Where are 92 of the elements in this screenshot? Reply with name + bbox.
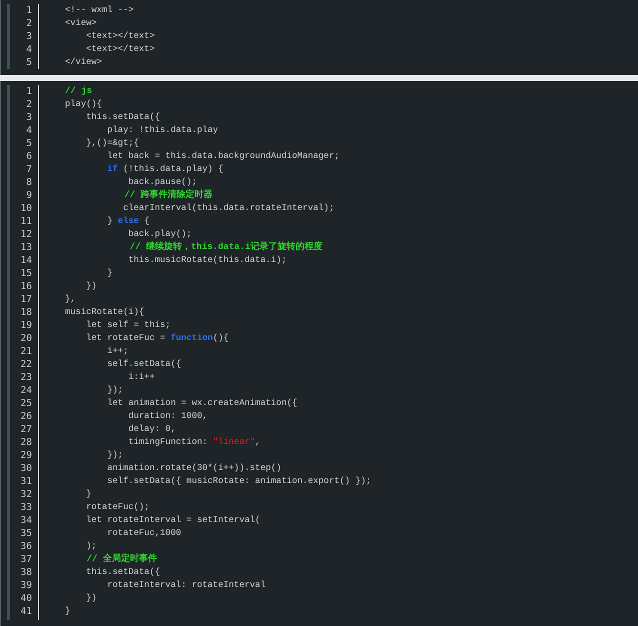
code-line: rotateFuc();: [85, 501, 150, 514]
code-line: back.play();: [127, 228, 192, 241]
line-number: 27: [20, 423, 32, 436]
code-line: let self = this;: [85, 319, 171, 332]
line-number: 26: [20, 410, 32, 423]
line-number: 30: [20, 462, 32, 475]
code-line: back.pause();: [127, 176, 197, 189]
code-line: self.setData({ musicRotate: animation.export() });: [106, 475, 372, 488]
line-number: 36: [20, 540, 32, 553]
line-number: 13: [20, 241, 32, 254]
code-line: this.setData({: [85, 111, 160, 124]
code-line: duration: 1000,: [127, 410, 208, 423]
code-line: let back = this.data.backgroundAudioManager;: [106, 150, 340, 163]
line-number: 4: [26, 124, 32, 137]
code-line: }: [85, 488, 92, 501]
code-line: let rotateInterval = setInterval(: [85, 514, 260, 527]
line-number: 19: [20, 319, 32, 332]
code-line: timingFunction: "linear",: [127, 436, 260, 449]
code-line: this.setData({: [85, 566, 160, 579]
code-line: // js: [65, 85, 92, 98]
line-number: 35: [20, 527, 32, 540]
code-line: });: [106, 449, 124, 462]
line-number: 28: [20, 436, 32, 449]
code-line: <text></text>: [85, 43, 155, 56]
line-number: 22: [20, 358, 32, 371]
code-line: }: [106, 267, 113, 280]
code-line: </view>: [65, 56, 102, 69]
code-line: if (!this.data.play) {: [106, 163, 224, 176]
line-number: 33: [20, 501, 32, 514]
code-line: delay: 0,: [127, 423, 176, 436]
code-line: // 跨事件清除定时器: [123, 189, 213, 202]
code-line: let animation = wx.createAnimation({: [106, 397, 298, 410]
code-line: );: [85, 540, 97, 553]
line-number: 39: [20, 579, 32, 592]
code-line: i:i++: [127, 371, 155, 384]
code-line: self.setData({: [106, 358, 182, 371]
line-number: 15: [20, 267, 32, 280]
line-number: 31: [20, 475, 32, 488]
code-line: <text></text>: [85, 30, 155, 43]
code-line: // 全局定时事件: [86, 553, 157, 566]
line-number: 7: [26, 163, 32, 176]
line-number: 12: [20, 228, 32, 241]
line-number: 2: [26, 17, 32, 30]
code-line: clearInterval(this.data.rotateInterval);: [122, 202, 334, 215]
code-line: play: !this.data.play: [106, 124, 218, 137]
line-number: 38: [20, 566, 32, 579]
line-number: 21: [20, 345, 32, 358]
line-number: 24: [20, 384, 32, 397]
line-number: 14: [20, 254, 32, 267]
code-line: animation.rotate(30*(i++)).step(): [106, 462, 282, 475]
line-number: 2: [26, 98, 32, 111]
line-number: 9: [26, 189, 32, 202]
code-line: });: [106, 384, 124, 397]
line-number: 25: [20, 397, 32, 410]
line-number: 8: [26, 176, 32, 189]
line-number: 32: [20, 488, 32, 501]
code-line: play(){: [65, 98, 102, 111]
line-number: 10: [20, 202, 32, 215]
line-number: 4: [26, 43, 32, 56]
line-number: 1: [26, 85, 32, 98]
code-line: this.musicRotate(this.data.i);: [127, 254, 287, 267]
line-number: 1: [26, 4, 32, 17]
line-number: 34: [20, 514, 32, 527]
line-number: 37: [20, 553, 32, 566]
code-line: },: [65, 293, 76, 306]
line-number: 23: [20, 371, 32, 384]
code-line: rotateInterval: rotateInterval: [106, 579, 266, 592]
line-number: 18: [20, 306, 32, 319]
code-line: }): [85, 592, 97, 605]
code-line: <view>: [65, 17, 97, 30]
code-line: } else {: [106, 215, 150, 228]
line-number: 40: [20, 592, 32, 605]
code-line: <!-- wxml -->: [65, 4, 134, 17]
line-number: 41: [20, 605, 32, 618]
line-number: 11: [20, 215, 32, 228]
code-line: }): [85, 280, 97, 293]
line-number: 5: [26, 56, 32, 69]
code-line: }: [65, 605, 70, 618]
line-number: 5: [26, 137, 32, 150]
code-line: musicRotate(i){: [65, 306, 144, 319]
code-line: i++;: [106, 345, 128, 358]
code-line: rotateFuc,1000: [106, 527, 182, 540]
code-line: let rotateFuc = function(){: [85, 332, 229, 345]
line-number: 6: [26, 150, 32, 163]
code-line: // 继续旋转，this.data.i记录了旋转的程度: [128, 241, 322, 254]
line-number: 3: [26, 30, 32, 43]
line-number: 17: [20, 293, 32, 306]
line-number: 16: [20, 280, 32, 293]
line-number: 29: [20, 449, 32, 462]
line-number: 3: [26, 111, 32, 124]
code-line: },()=&gt;{: [85, 137, 139, 150]
line-number: 20: [20, 332, 32, 345]
